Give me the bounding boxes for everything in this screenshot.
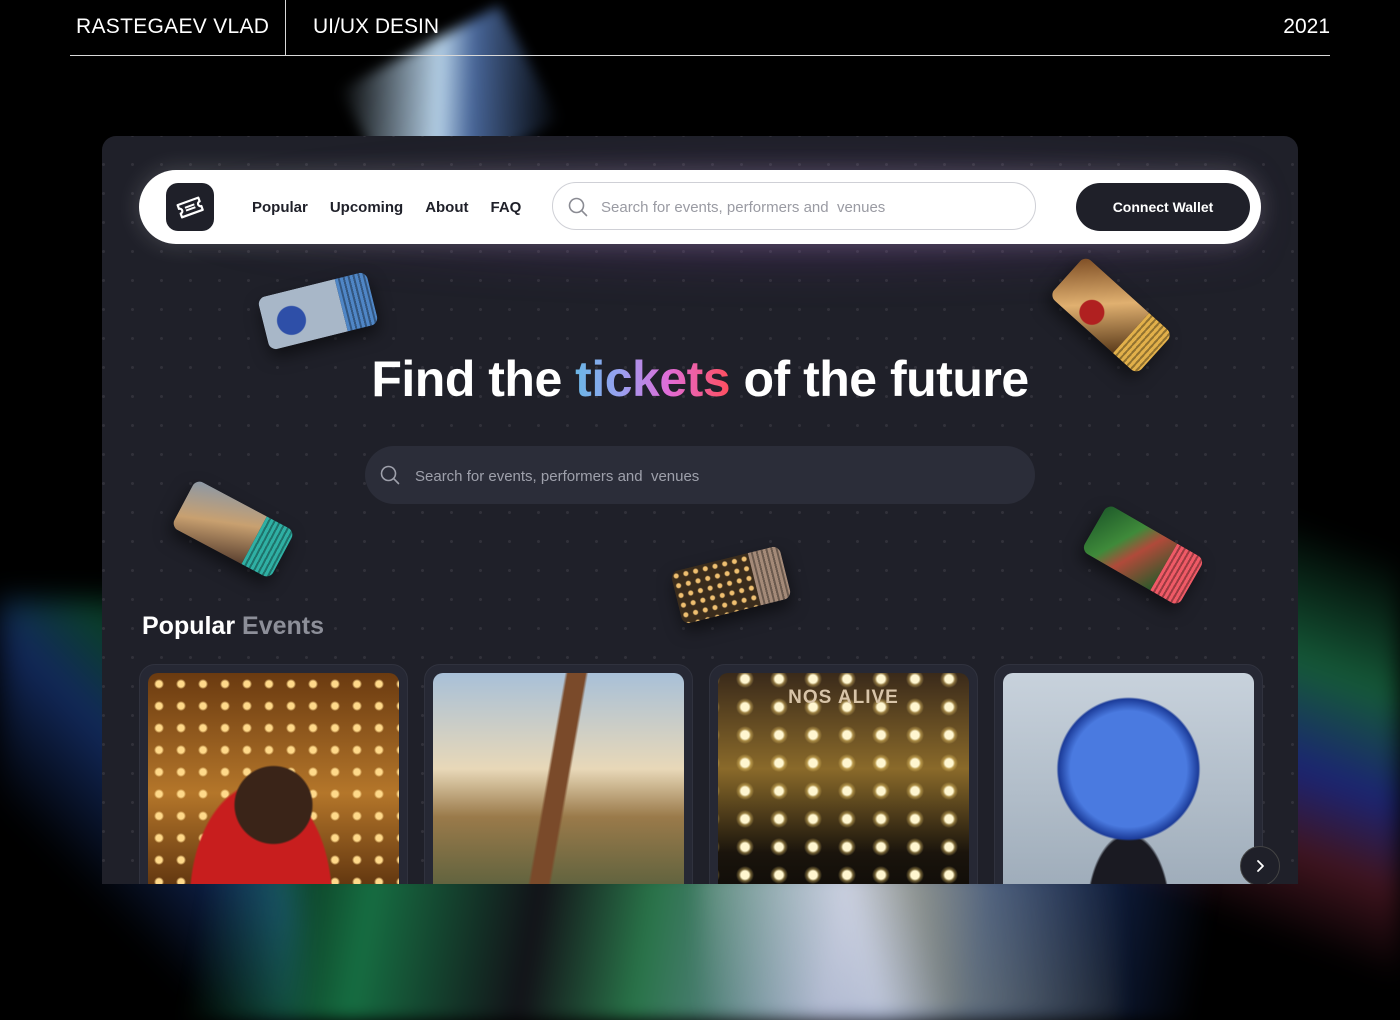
presentation-header: RASTEGAEV VLAD UI/UX DESIN 2021 (70, 0, 1330, 56)
nav-link-about[interactable]: About (425, 199, 468, 216)
navbar: Popular Upcoming About FAQ Connect Walle… (139, 170, 1261, 244)
event-card[interactable] (994, 664, 1263, 884)
event-image: NOS ALIVE (718, 673, 969, 884)
event-card[interactable] (139, 664, 408, 884)
project-type: UI/UX DESIN (313, 15, 440, 38)
carousel-next-button[interactable] (1240, 846, 1280, 884)
nav-search-bar (552, 182, 1036, 231)
connect-wallet-button[interactable]: Connect Wallet (1076, 183, 1250, 231)
search-icon (568, 197, 588, 217)
nav-search-input[interactable] (599, 183, 1023, 231)
nav-link-faq[interactable]: FAQ (491, 199, 522, 216)
heading-secondary: Events (242, 612, 325, 640)
project-year: 2021 (1283, 15, 1330, 38)
event-image (148, 673, 399, 884)
floating-ticket (257, 271, 379, 351)
hero-title-before: Find the (371, 351, 576, 407)
nav-links: Popular Upcoming About FAQ (252, 170, 521, 244)
floating-ticket (1081, 503, 1205, 607)
popular-events-heading: Popular Events (142, 612, 324, 641)
event-image (433, 673, 684, 884)
floating-ticket (170, 478, 296, 580)
app-window: Popular Upcoming About FAQ Connect Walle… (102, 136, 1298, 884)
hero-title: Find the tickets of the future (102, 350, 1298, 408)
nav-link-popular[interactable]: Popular (252, 199, 308, 216)
chevron-right-icon (1257, 860, 1264, 872)
heading-primary: Popular (142, 612, 236, 640)
hero-search-input[interactable] (413, 446, 1017, 506)
hero-title-after: of the future (730, 351, 1030, 407)
stage-sign: NOS ALIVE (788, 687, 899, 708)
floating-ticket (670, 545, 792, 625)
logo[interactable] (166, 183, 214, 231)
hero-title-highlight: tickets (575, 351, 731, 407)
author-name: RASTEGAEV VLAD (76, 15, 270, 38)
nav-link-upcoming[interactable]: Upcoming (330, 199, 403, 216)
search-icon (380, 465, 400, 485)
header-divider (285, 0, 286, 55)
event-card[interactable]: NOS ALIVE (709, 664, 978, 884)
event-image (1003, 673, 1254, 884)
ticket-icon (176, 196, 204, 219)
hero-search-bar (365, 446, 1035, 506)
event-card[interactable] (424, 664, 693, 884)
prism-shard (700, 870, 1120, 1020)
